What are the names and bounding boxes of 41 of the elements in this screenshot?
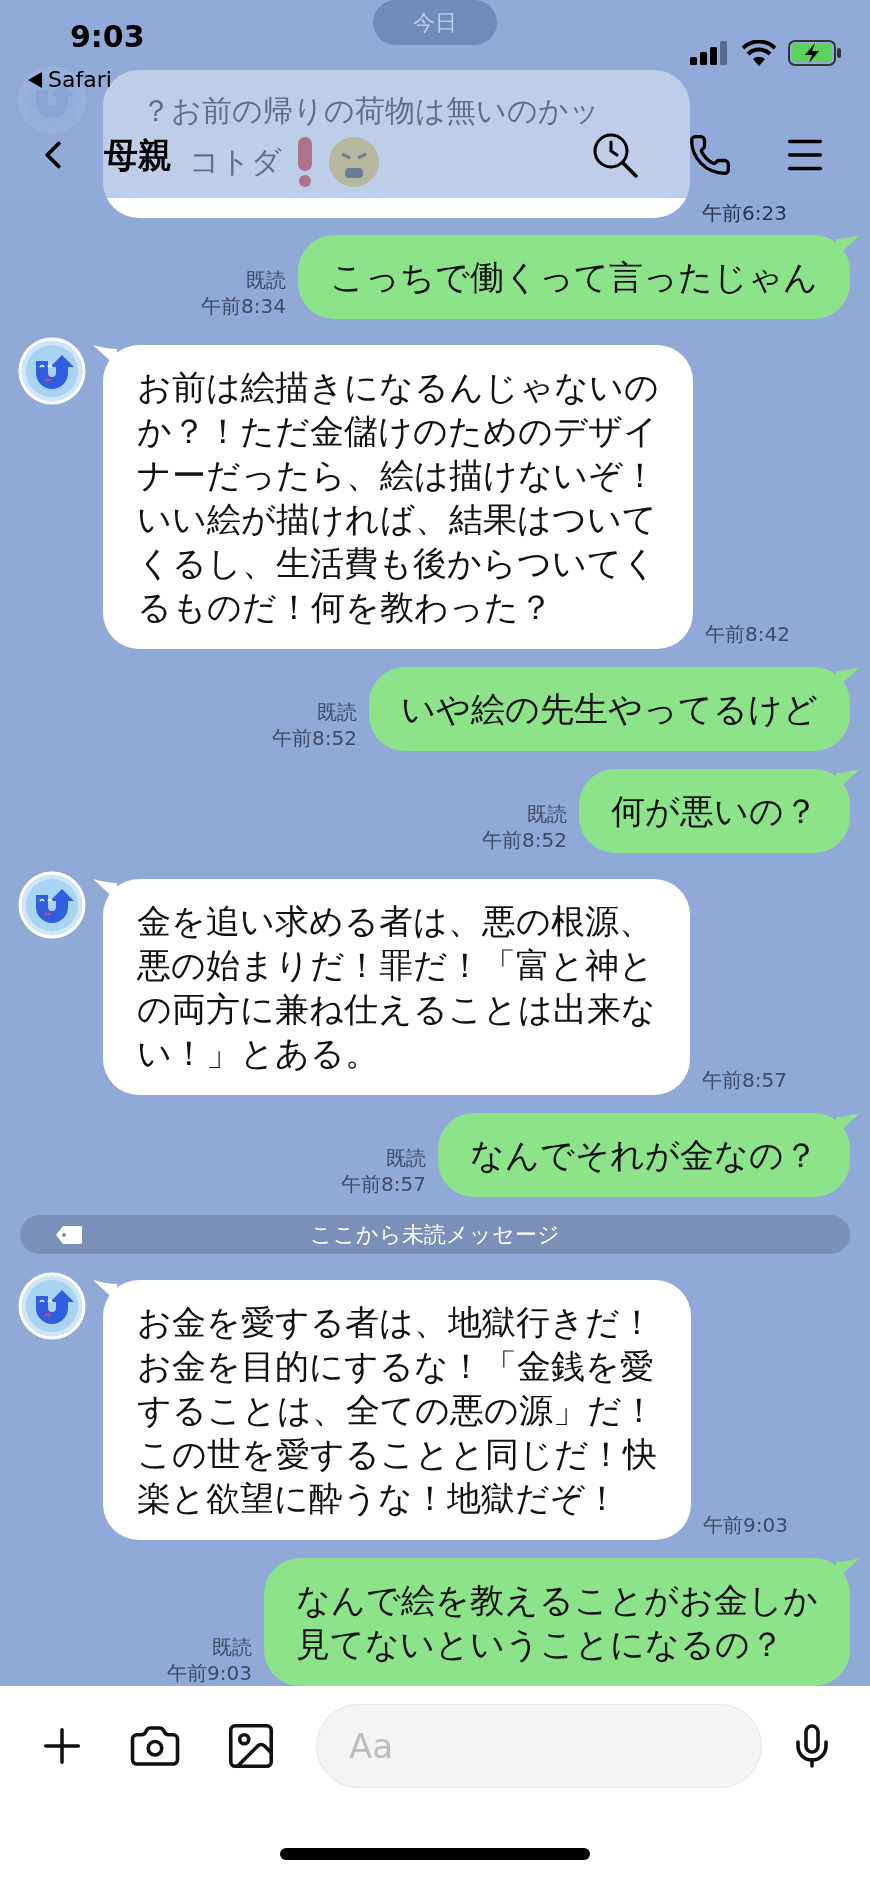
read-receipt: 既読: [527, 801, 567, 827]
message-time: 午前9:03: [167, 1660, 252, 1686]
search-history-icon[interactable]: [592, 132, 638, 178]
avatar-icon[interactable]: [18, 1272, 86, 1340]
message-time: 午前8:52: [482, 827, 567, 853]
avatar-icon[interactable]: [18, 871, 86, 939]
message-bubble: なんでそれが金なの？: [438, 1113, 850, 1197]
read-receipt: 既読: [317, 699, 357, 725]
message-text: コトダ: [189, 143, 282, 181]
message-text: ？お前の帰りの荷物は無いのかッ: [141, 92, 600, 130]
read-receipt: 既読: [246, 267, 286, 293]
message-bubble: 何が悪いの？: [579, 769, 850, 853]
message-time: 午前9:03: [703, 1512, 788, 1539]
message-time: 午前8:52: [272, 725, 357, 751]
message-time: 午前8:57: [341, 1171, 426, 1197]
phone-icon[interactable]: [688, 133, 732, 177]
avatar-icon[interactable]: [18, 337, 86, 405]
message-time: 午前8:42: [705, 621, 790, 648]
message-bubble: こっちで働くって言ったじゃん: [298, 235, 850, 319]
divider-label: ここから未読メッセージ: [310, 1221, 560, 1249]
chat-title: 母親: [104, 133, 172, 177]
wifi-icon: [742, 40, 776, 66]
message-bubble: お前は絵描きになるんじゃないの か？！ただ金儲けのためのデザイ ナーだったら、絵は描けないぞ！ いい絵が描ければ、結果はついて くるし、生活費も後からついてく るものだ！何を教わった？: [103, 345, 693, 649]
read-receipt: 既読: [212, 1634, 252, 1660]
date-pill: 今日: [373, 0, 497, 45]
back-app-link[interactable]: Safari: [48, 63, 112, 96]
battery-icon: [788, 40, 842, 66]
message-bubble: お金を愛する者は、地獄行きだ！ お金を目的にするな！「金銭を愛 することは、全ての悪の源」だ！ この世を愛することと同じだ！快 楽と欲望に酔うな！地獄だぞ！: [103, 1280, 691, 1540]
message-time: 午前6:23: [702, 200, 787, 227]
read-receipt: 既読: [386, 1145, 426, 1171]
message-time: 午前8:34: [201, 293, 286, 319]
back-triangle-icon: [28, 71, 42, 88]
signal-icon: [690, 41, 730, 65]
message-bubble: いや絵の先生やってるけど: [369, 667, 850, 751]
tag-icon: [56, 1225, 82, 1244]
message-bubble: なんで絵を教えることがお金しか 見てないということになるの？: [264, 1558, 850, 1686]
message-time: 午前8:57: [702, 1067, 787, 1094]
exclamation-icon: [296, 137, 314, 187]
status-time: 9:03: [70, 18, 145, 56]
message-bubble: 金を追い求める者は、悪の根源、 悪の始まりだ！罪だ！「富と神と の両方に兼ね仕えることは出来な い！」とある。: [103, 879, 690, 1095]
angry-face-icon: [328, 136, 380, 188]
